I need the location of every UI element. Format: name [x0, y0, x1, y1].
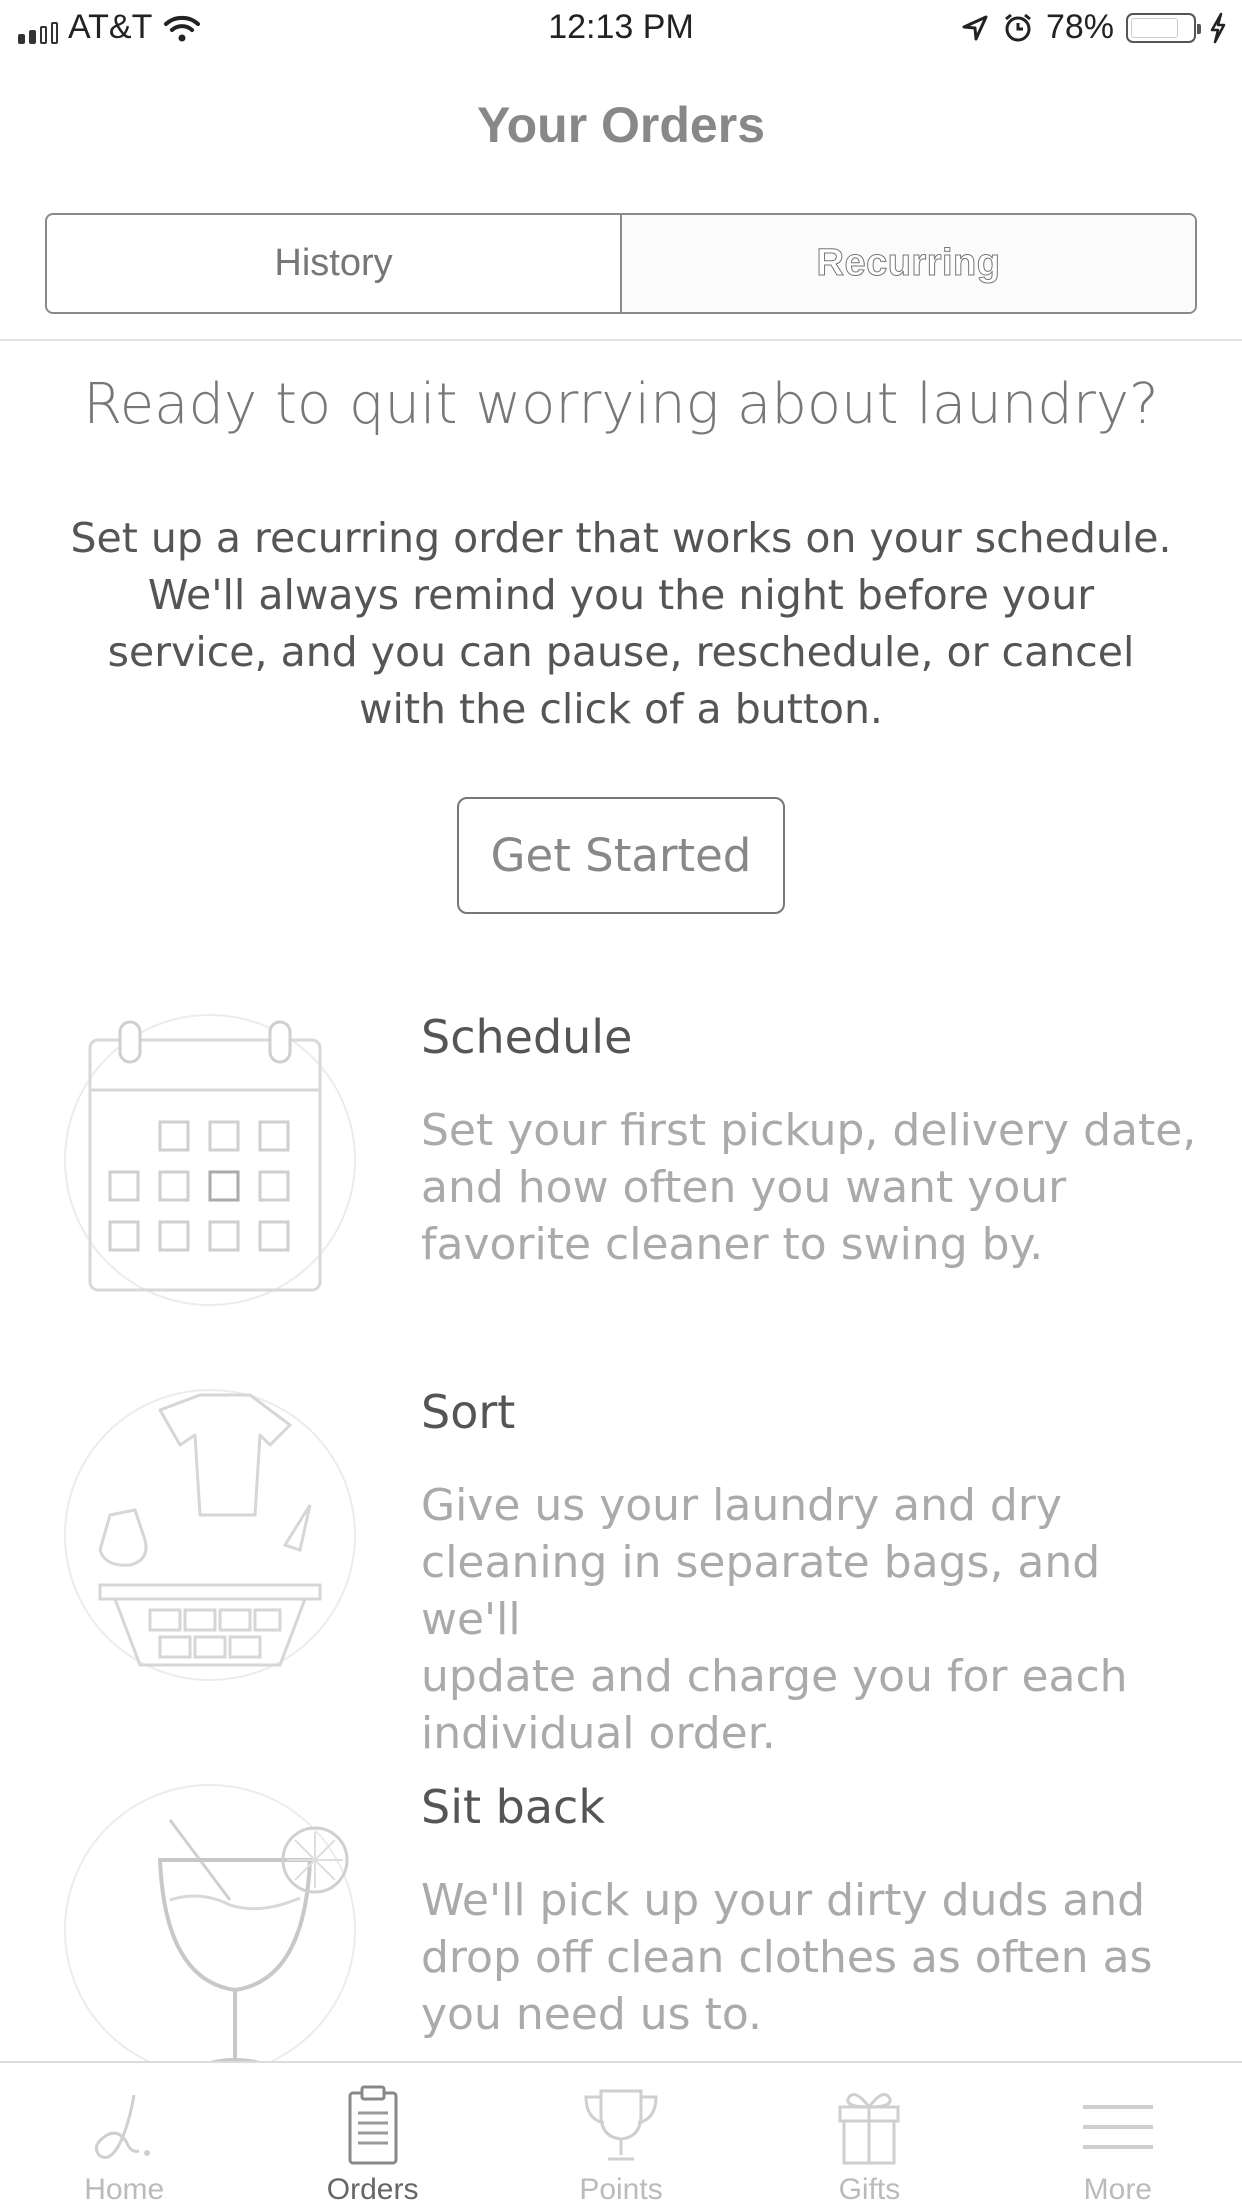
- charging-bolt-icon: [1210, 12, 1226, 43]
- tab-home[interactable]: Home: [0, 2063, 248, 2208]
- feature-description: Give us your laundry and dry cleaning in…: [421, 1477, 1201, 1762]
- feature-description: We'll pick up your dirty duds and drop o…: [421, 1872, 1201, 2043]
- clipboard-icon: [348, 2085, 398, 2165]
- location-arrow-icon: [962, 15, 988, 40]
- description-line: with the click of a button.: [359, 685, 883, 733]
- tab-history[interactable]: History: [47, 215, 622, 312]
- menu-icon: [1082, 2105, 1153, 2149]
- tab-label: More: [1083, 2173, 1152, 2206]
- tab-label: Gifts: [838, 2173, 901, 2206]
- home-logo-icon: [95, 2094, 151, 2159]
- status-right: 78%: [960, 8, 1228, 47]
- alarm-icon: [1005, 13, 1031, 41]
- feature-title: Schedule: [421, 1010, 633, 1064]
- description-line: service, and you can pause, reschedule, …: [107, 628, 1135, 676]
- battery-percent: 78%: [1045, 8, 1114, 46]
- feature-line: Set your first pickup, delivery date,: [421, 1105, 1197, 1156]
- tab-orders[interactable]: Orders: [248, 2063, 496, 2208]
- gift-icon: [838, 2093, 900, 2165]
- feature-line: individual order.: [421, 1708, 776, 1759]
- tab-label: Orders: [326, 2173, 419, 2206]
- laundry-basket-icon: [64, 1389, 356, 1681]
- header-divider: [0, 339, 1242, 341]
- tab-more[interactable]: More: [994, 2063, 1242, 2208]
- recurring-headline: Ready to quit worrying about laundry?: [83, 372, 1159, 437]
- feature-line: favorite cleaner to swing by.: [421, 1219, 1044, 1270]
- tab-label: Points: [579, 2173, 663, 2206]
- orders-segmented-control: History Recurring: [45, 213, 1197, 314]
- feature-title: Sit back: [421, 1780, 605, 1834]
- cocktail-icon: [64, 1784, 356, 2076]
- tab-bar: Home Orders Points Gifts More: [0, 2061, 1242, 2208]
- tab-recurring[interactable]: Recurring: [622, 215, 1195, 312]
- feature-line: update and charge you for each: [421, 1651, 1128, 1702]
- tab-label: Home: [84, 2173, 165, 2206]
- description-line: Set up a recurring order that works on y…: [70, 514, 1172, 562]
- description-line: We'll always remind you the night before…: [147, 571, 1095, 619]
- trophy-icon: [584, 2089, 658, 2161]
- get-started-button[interactable]: Get Started: [457, 797, 785, 914]
- calendar-icon: [64, 1014, 356, 1306]
- feature-line: We'll pick up your dirty duds and: [421, 1875, 1146, 1926]
- feature-line: Give us your laundry and dry: [421, 1480, 1062, 1531]
- recurring-description: Set up a recurring order that works on y…: [50, 510, 1192, 738]
- tab-gifts[interactable]: Gifts: [745, 2063, 993, 2208]
- feature-description: Set your first pickup, delivery date, an…: [421, 1102, 1201, 1273]
- battery-icon: [1126, 12, 1201, 43]
- feature-line: and how often you want your: [421, 1162, 1067, 1213]
- feature-line: drop off clean clothes as often as: [421, 1932, 1153, 1983]
- feature-line: cleaning in separate bags, and we'll: [421, 1537, 1101, 1645]
- status-bar: AT&T 12:13 PM 78%: [0, 0, 1242, 62]
- tab-points[interactable]: Points: [497, 2063, 745, 2208]
- feature-line: you need us to.: [421, 1989, 762, 2040]
- page-title: Your Orders: [476, 97, 766, 153]
- feature-title: Sort: [421, 1385, 516, 1439]
